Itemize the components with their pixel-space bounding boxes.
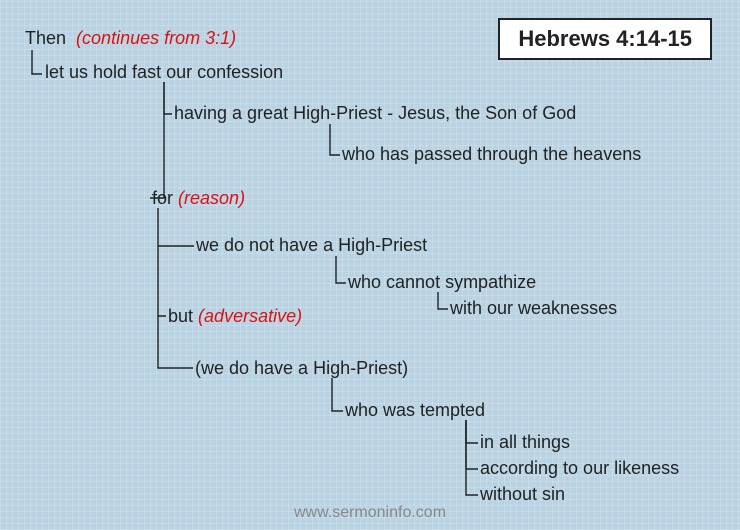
tempted-text: who was tempted [345, 400, 485, 420]
node-then: Then (continues from 3:1) [25, 28, 236, 49]
sin-text: without sin [480, 484, 565, 504]
weak-text: with our weaknesses [450, 298, 617, 318]
not-have-text: we do not have a High-Priest [196, 235, 427, 255]
node-not-have: we do not have a High-Priest [196, 235, 427, 256]
title-text: Hebrews 4:14-15 [518, 26, 692, 51]
then-annotation: (continues from 3:1) [76, 28, 236, 48]
node-weak: with our weaknesses [450, 298, 617, 319]
title-box: Hebrews 4:14-15 [498, 18, 712, 60]
node-cannot: who cannot sympathize [348, 272, 536, 293]
for-text: for [152, 188, 173, 208]
likeness-text: according to our likeness [480, 458, 679, 478]
having-text: having a great High-Priest - Jesus, the … [174, 103, 576, 123]
footer-text: www.sermoninfo.com [294, 504, 446, 521]
node-passed: who has passed through the heavens [342, 144, 641, 165]
node-likeness: according to our likeness [480, 458, 679, 479]
all-text: in all things [480, 432, 570, 452]
cannot-text: who cannot sympathize [348, 272, 536, 292]
for-annotation: (reason) [178, 188, 245, 208]
node-sin: without sin [480, 484, 565, 505]
node-hold: let us hold fast our confession [45, 62, 283, 83]
hold-text: let us hold fast our confession [45, 62, 283, 82]
node-do-have: (we do have a High-Priest) [195, 358, 408, 379]
but-annotation: (adversative) [198, 306, 302, 326]
node-having: having a great High-Priest - Jesus, the … [174, 103, 576, 124]
do-have-text: (we do have a High-Priest) [195, 358, 408, 378]
then-text: Then [25, 28, 66, 48]
node-all: in all things [480, 432, 570, 453]
node-for: for (reason) [152, 188, 245, 209]
footer-link: www.sermoninfo.com [294, 504, 446, 522]
passed-text: who has passed through the heavens [342, 144, 641, 164]
node-but: but (adversative) [168, 306, 302, 327]
node-tempted: who was tempted [345, 400, 485, 421]
but-text: but [168, 306, 193, 326]
